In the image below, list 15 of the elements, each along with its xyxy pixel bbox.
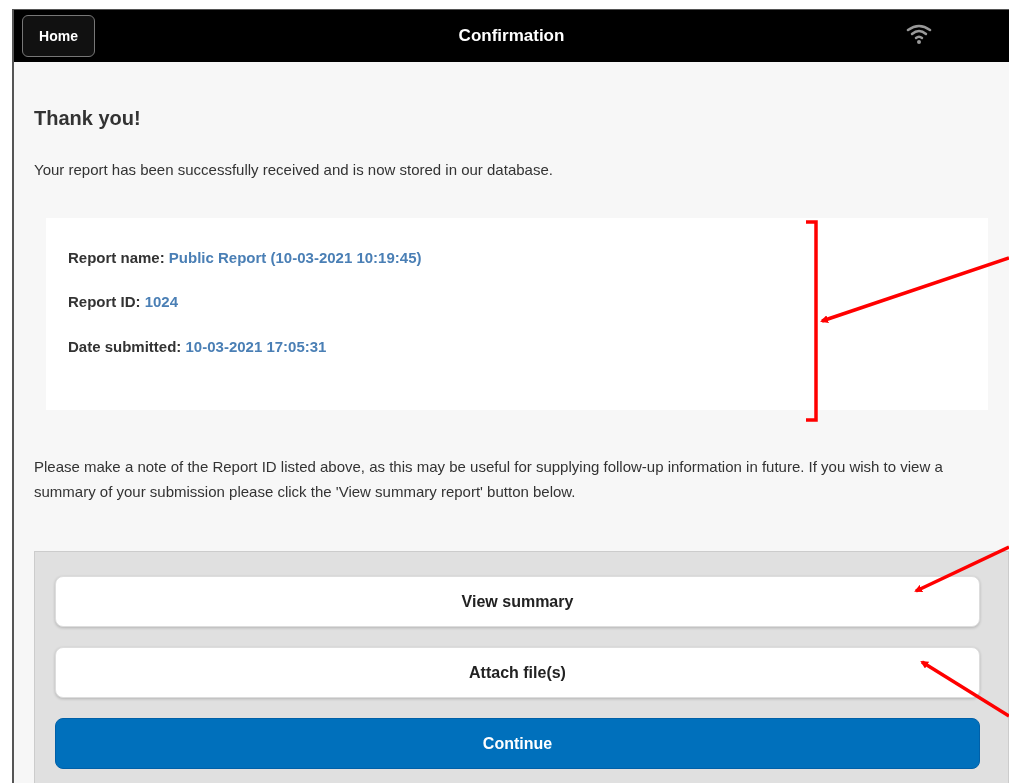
- detail-label: Report name:: [68, 248, 165, 266]
- confirmation-message: Your report has been successfully received and is now stored in our database.: [34, 160, 554, 180]
- action-button[interactable]: Attach file(s): [55, 647, 980, 698]
- detail-value: 10-03-2021 17:05:31: [185, 337, 327, 355]
- detail-label: Date submitted:: [68, 337, 182, 355]
- page-title: Confirmation: [458, 25, 565, 47]
- wifi-icon: [906, 23, 932, 45]
- home-button[interactable]: Home: [22, 15, 95, 57]
- detail-value: 1024: [144, 293, 179, 310]
- detail-value: Public Report (10-03-2021 10:19:45): [168, 248, 422, 266]
- detail-label: Report ID:: [68, 293, 141, 310]
- heading: Thank you!: [34, 106, 142, 130]
- note-text: Please make a note of the Report ID listed above, as this may be useful for supplying follow-up information in future. If you wish to view a summary of your submission please click the 'View summary report' button below.: [34, 457, 944, 502]
- primary-button[interactable]: Continue: [55, 718, 980, 769]
- action-button[interactable]: View summary: [55, 576, 980, 627]
